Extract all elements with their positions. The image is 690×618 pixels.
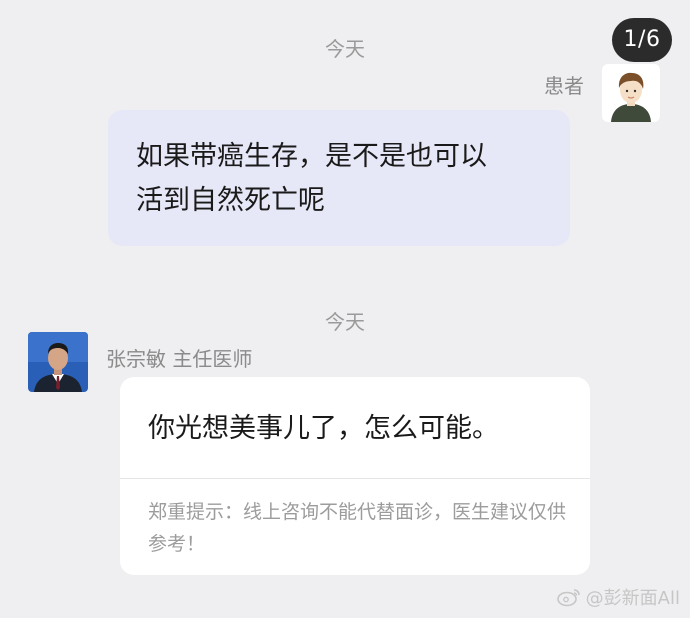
doctor-photo-icon [28,332,88,392]
doctor-avatar[interactable] [28,332,88,392]
watermark: @彭新面All [556,584,680,610]
weibo-icon [556,589,580,607]
doctor-name: 张宗敏 主任医师 [106,347,253,371]
doctor-message-card: 你光想美事儿了，怎么可能。 郑重提示：线上咨询不能代替面诊，医生建议仅供参考！ [120,377,590,575]
timestamp: 今天 [325,310,365,334]
patient-name: 患者 [544,74,584,98]
patient-avatar[interactable] [602,64,660,122]
patient-message-line: 如果带癌生存，是不是也可以 [136,141,487,172]
patient-message-line: 活到自然死亡呢 [136,185,325,216]
consultation-notice: 郑重提示：线上咨询不能代替面诊，医生建议仅供参考！ [148,501,567,555]
patient-message-bubble: 如果带癌生存，是不是也可以 活到自然死亡呢 [108,110,570,246]
user-avatar-icon [602,64,660,122]
card-divider [120,478,590,479]
watermark-text: @彭新面All [585,588,680,609]
doctor-reply-text: 你光想美事儿了，怎么可能。 [148,413,499,444]
timestamp: 今天 [325,37,365,61]
